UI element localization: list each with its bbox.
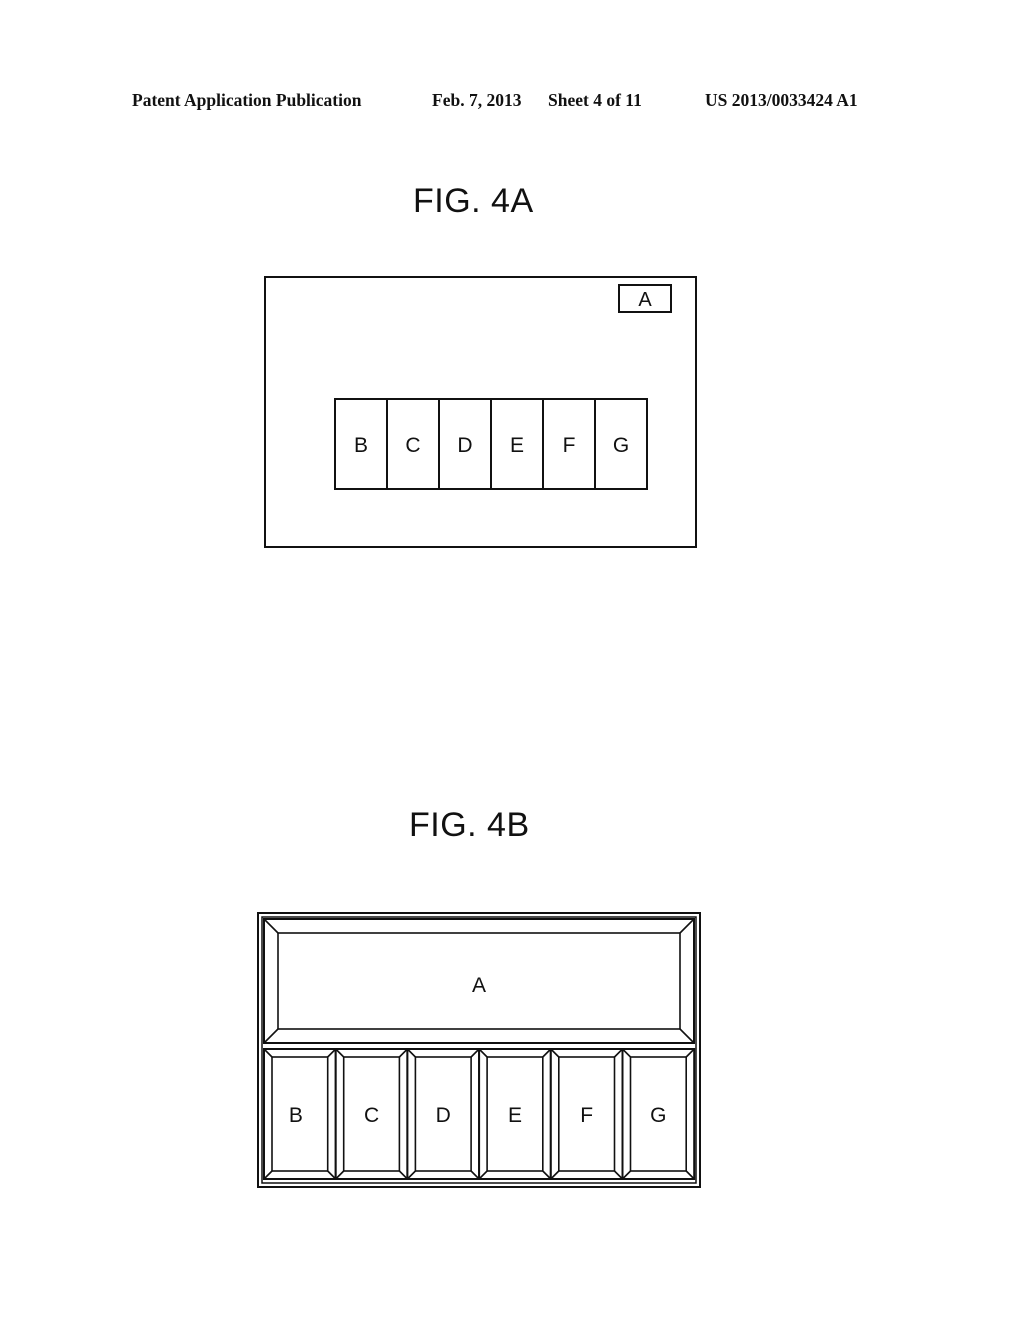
button-b-4b[interactable]: B: [263, 1048, 337, 1180]
button-label: G: [650, 1104, 666, 1127]
button-row-4b: B C D E F G: [263, 1048, 696, 1180]
button-b-4a[interactable]: B: [334, 398, 388, 490]
button-d-4a[interactable]: D: [438, 398, 492, 490]
button-label: C: [405, 434, 420, 457]
button-label: F: [580, 1104, 593, 1127]
button-d-4b[interactable]: D: [406, 1048, 481, 1180]
button-label: E: [508, 1104, 522, 1127]
button-e-4b[interactable]: E: [478, 1048, 552, 1180]
button-label: G: [613, 434, 629, 457]
corner-button-a[interactable]: A: [618, 284, 672, 313]
button-label: F: [563, 434, 576, 457]
button-c-4b[interactable]: C: [334, 1048, 409, 1180]
button-g-4b[interactable]: G: [621, 1048, 696, 1180]
top-panel-a[interactable]: A: [263, 918, 695, 1044]
corner-button-a-label: A: [638, 289, 652, 311]
button-c-4a[interactable]: C: [386, 398, 440, 490]
button-row-4a: B C D E F G: [334, 398, 648, 490]
button-label: C: [364, 1104, 379, 1127]
button-label: B: [354, 434, 368, 457]
button-label: D: [436, 1104, 451, 1127]
button-e-4a[interactable]: E: [490, 398, 544, 490]
button-label: E: [510, 434, 524, 457]
figure-4a-screen: A B C D E F G: [264, 276, 697, 548]
figure-4b-screen: A B C D E F G: [257, 912, 701, 1188]
button-g-4a[interactable]: G: [594, 398, 648, 490]
figure-drawings: A B C D E F G A B C D E F G: [257, 276, 701, 1188]
button-f-4b[interactable]: F: [549, 1048, 624, 1180]
button-label: B: [289, 1104, 303, 1127]
button-label: D: [457, 434, 472, 457]
button-f-4a[interactable]: F: [542, 398, 596, 490]
top-panel-a-label: A: [472, 974, 486, 997]
